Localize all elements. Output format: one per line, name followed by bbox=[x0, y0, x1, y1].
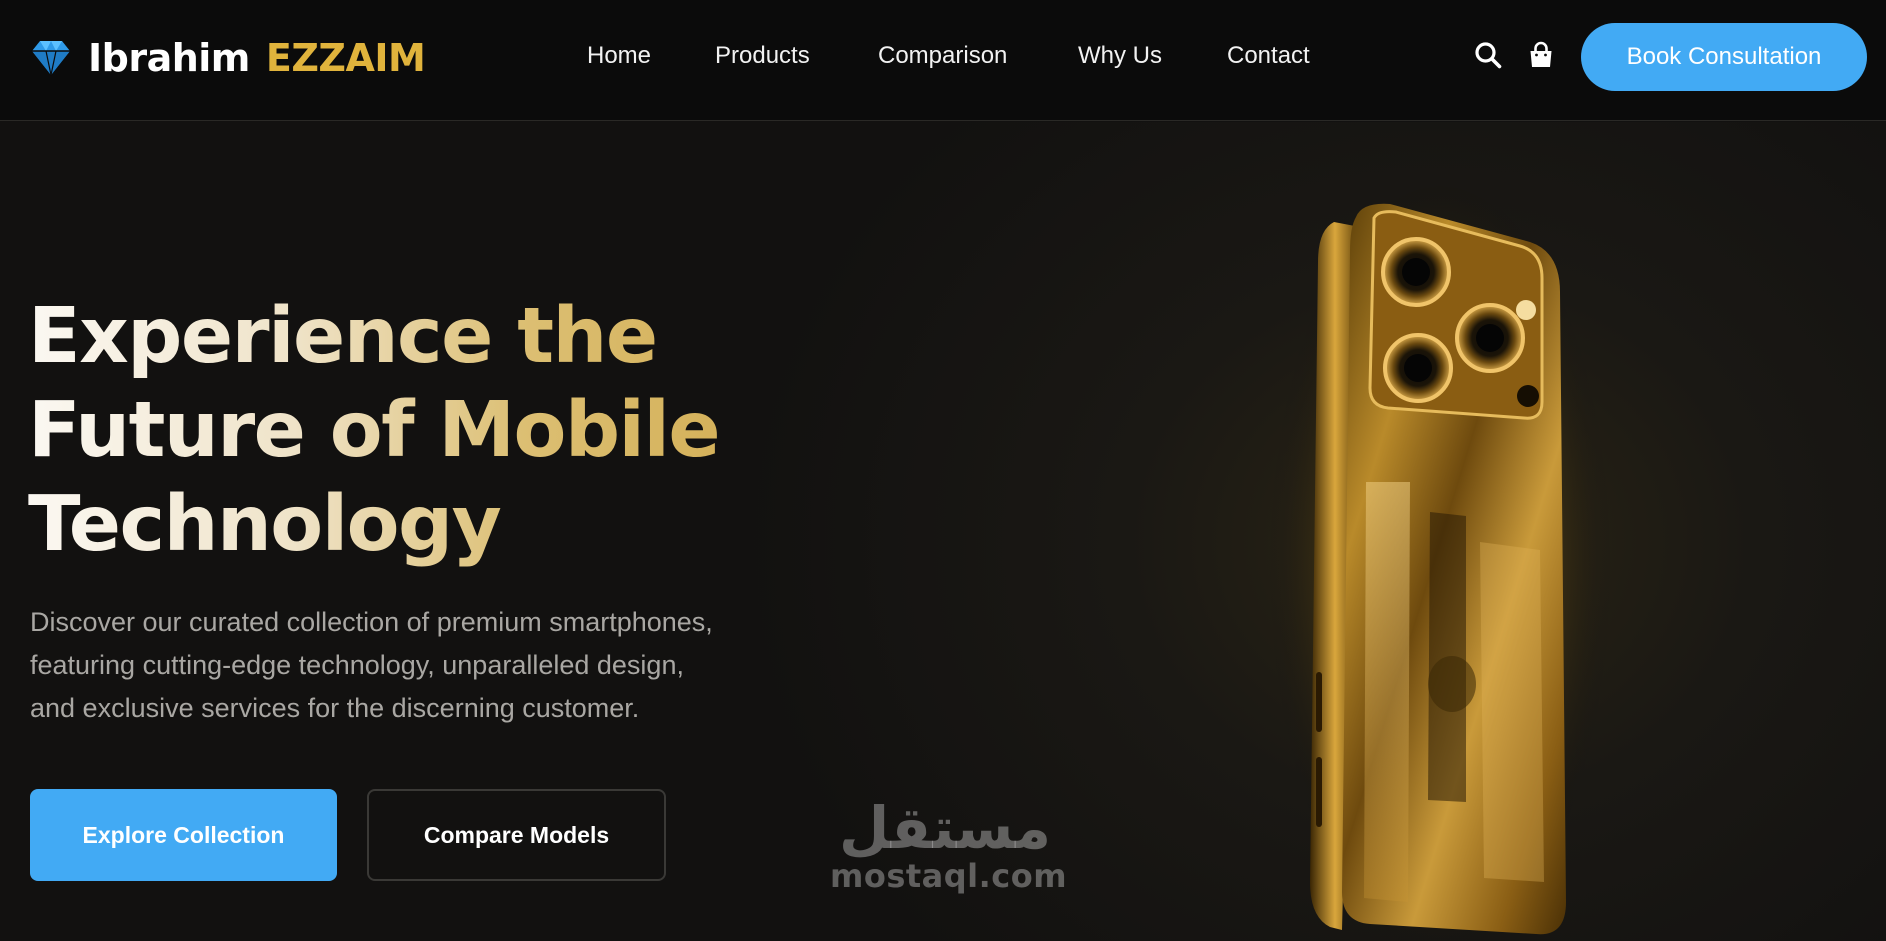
brand-logo[interactable]: Ibrahim EZZAIM bbox=[28, 36, 426, 80]
description-line: Discover our curated collection of premi… bbox=[30, 607, 713, 637]
nav-home[interactable]: Home bbox=[587, 42, 651, 70]
search-icon[interactable] bbox=[1473, 40, 1503, 70]
brand-name-last: EZZAIM bbox=[265, 36, 426, 80]
headline-line: Future of Mobile bbox=[28, 386, 720, 475]
description-line: featuring cutting-edge technology, unpar… bbox=[30, 650, 684, 680]
mostaql-watermark: مستقل mostaql.com bbox=[830, 794, 1068, 895]
shopping-bag-icon[interactable] bbox=[1526, 40, 1556, 70]
site-header: Ibrahim EZZAIM Home Products Comparison … bbox=[0, 0, 1886, 121]
hero-description: Discover our curated collection of premi… bbox=[30, 601, 790, 730]
nav-products[interactable]: Products bbox=[715, 42, 810, 70]
brand-name-first: Ibrahim bbox=[88, 36, 250, 80]
nav-why-us[interactable]: Why Us bbox=[1078, 42, 1162, 70]
diamond-icon bbox=[32, 41, 70, 76]
nav-comparison[interactable]: Comparison bbox=[878, 42, 1007, 70]
hero-headline: Experience the Future of Mobile Technolo… bbox=[28, 290, 788, 572]
hero-section: Experience the Future of Mobile Technolo… bbox=[0, 122, 1886, 941]
headline-line: Technology bbox=[28, 480, 501, 569]
headline-line: Experience the bbox=[28, 292, 657, 381]
compare-models-button[interactable]: Compare Models bbox=[367, 789, 666, 881]
explore-collection-button[interactable]: Explore Collection bbox=[30, 789, 337, 881]
gold-phone-image bbox=[1270, 182, 1610, 941]
watermark-latin: mostaql.com bbox=[830, 857, 1068, 895]
nav-contact[interactable]: Contact bbox=[1227, 42, 1310, 70]
book-consultation-button[interactable]: Book Consultation bbox=[1581, 23, 1867, 91]
description-line: and exclusive services for the discernin… bbox=[30, 693, 640, 723]
watermark-arabic: مستقل bbox=[838, 794, 1052, 862]
